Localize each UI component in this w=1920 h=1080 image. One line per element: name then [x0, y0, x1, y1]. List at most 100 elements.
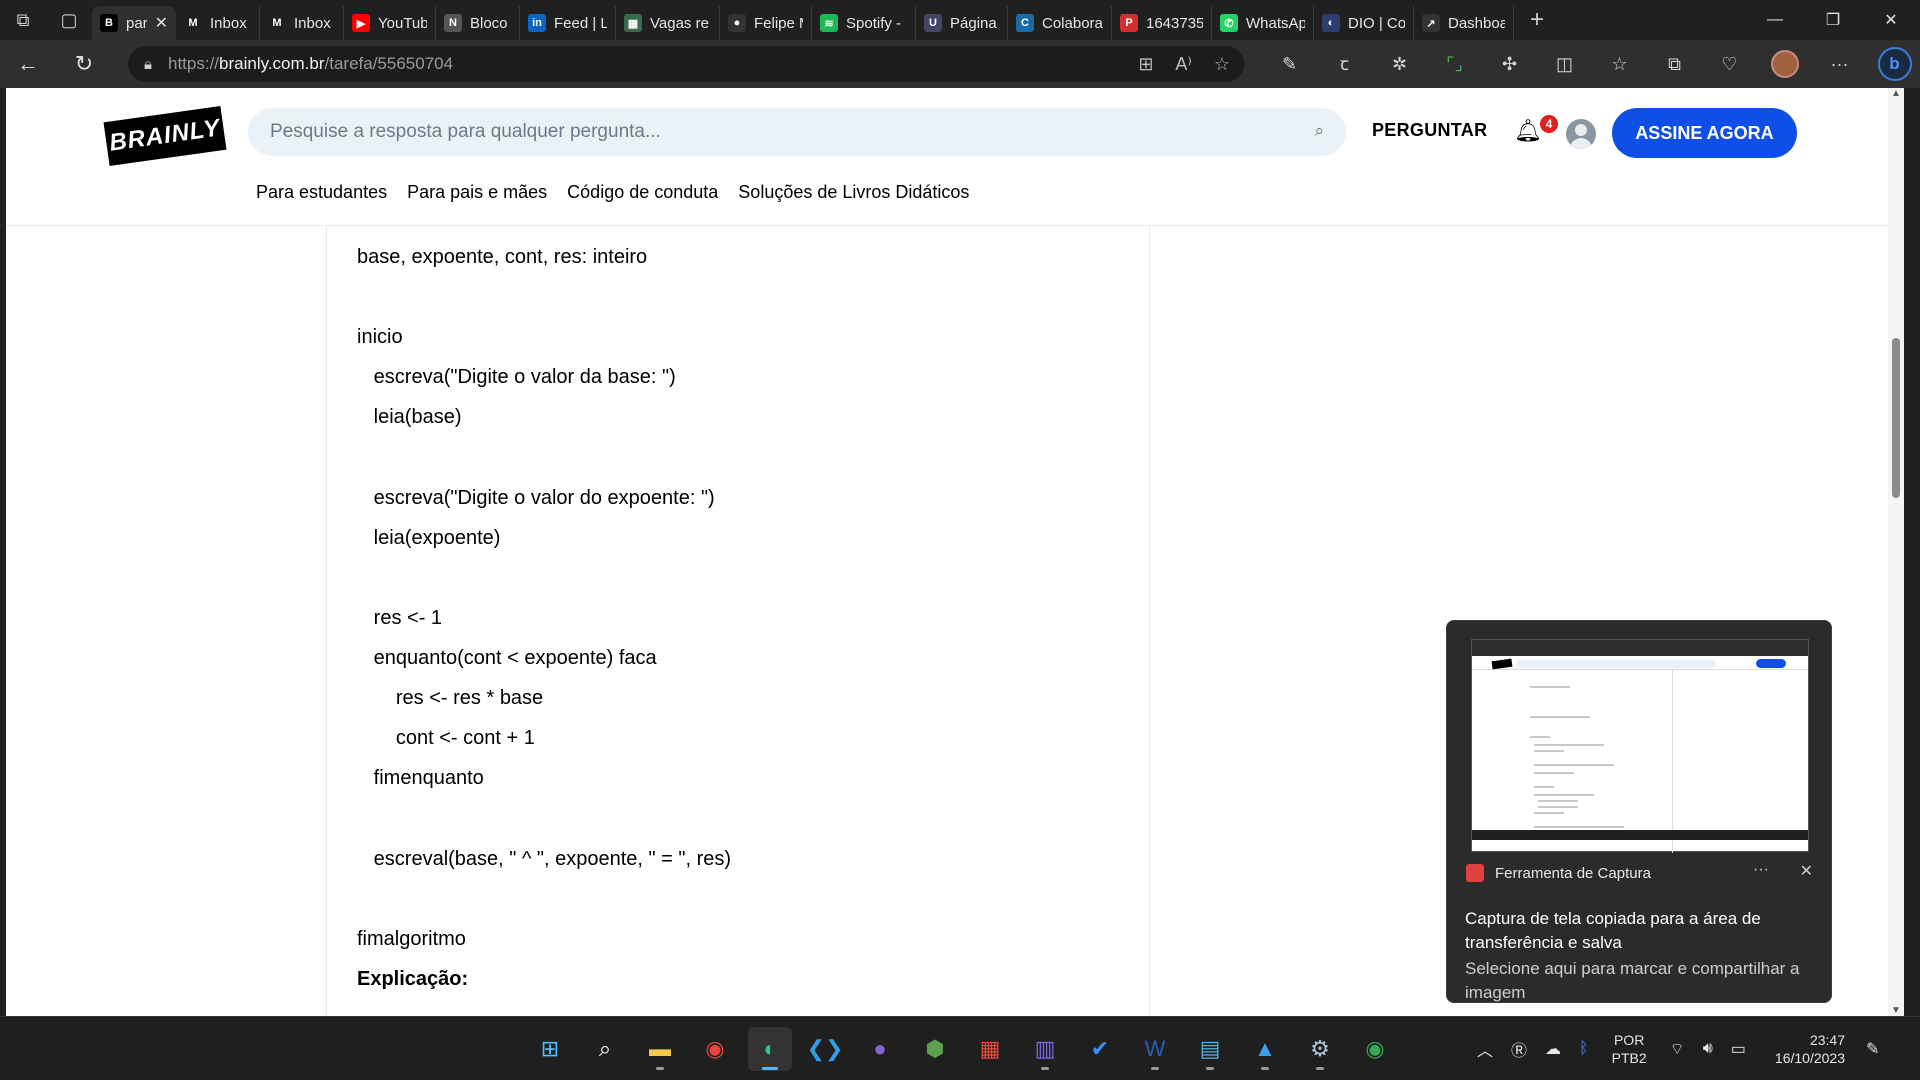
settings-menu-icon[interactable]: ···	[1812, 40, 1867, 88]
github-desktop-icon[interactable]: ●	[858, 1027, 902, 1071]
browser-tab[interactable]: ▦ Vagas re	[616, 6, 720, 40]
subnav-link[interactable]: Soluções de Livros Didáticos	[738, 182, 969, 203]
code-line: inicio	[357, 326, 403, 349]
screenshot-preview[interactable]	[1471, 639, 1809, 853]
user-avatar[interactable]	[1566, 119, 1596, 149]
browser-tab[interactable]: U Página Ir	[916, 6, 1008, 40]
close-tab-icon[interactable]: ✕	[155, 13, 168, 33]
taskbar-app-glyph: W	[1144, 1036, 1166, 1061]
tab-label: Colabora	[1042, 14, 1103, 32]
new-tab-button[interactable]: +	[1514, 0, 1560, 40]
extensions-icon[interactable]: ✣	[1482, 40, 1537, 88]
chrome-profile-icon[interactable]: ◉	[1353, 1027, 1397, 1071]
battery-icon[interactable]: ▭	[1731, 1039, 1746, 1059]
search-icon[interactable]: ⌕	[1314, 121, 1324, 141]
browser-essentials-icon[interactable]: ♡	[1702, 40, 1757, 88]
notification-bell-icon[interactable]: 🔔︎	[1514, 118, 1542, 144]
text-extension-icon[interactable]: ꞇ	[1317, 40, 1372, 88]
dashboard-icon: ↗	[1422, 14, 1440, 32]
browser-tab[interactable]: N Bloco de	[436, 6, 520, 40]
browser-tab[interactable]: M Inbox (4	[176, 6, 260, 40]
show-hidden-icons-chevron-icon[interactable]: ︿	[1477, 1037, 1493, 1061]
snipping-tool-notification[interactable]: Ferramenta de Captura ··· ✕ Captura de t…	[1446, 620, 1832, 1003]
edge-icon[interactable]: ◐	[748, 1027, 792, 1071]
office-icon[interactable]: ▦	[968, 1027, 1012, 1071]
udemy-icon: U	[924, 14, 942, 32]
notifications-icon[interactable]: ✎	[1866, 1039, 1879, 1059]
settings-icon[interactable]: ⚙	[1298, 1027, 1342, 1071]
vscode-icon[interactable]: ❮❯	[803, 1027, 847, 1071]
browser-tab[interactable]: ≋ Spotify -	[812, 6, 916, 40]
favorite-star-icon[interactable]: ☆	[1214, 54, 1230, 75]
notification-close-icon[interactable]: ✕	[1800, 861, 1813, 881]
read-aloud-icon[interactable]: A⁾	[1175, 54, 1191, 75]
onedrive-cloud-icon[interactable]: ☁	[1545, 1039, 1561, 1059]
word-icon[interactable]: W	[1133, 1027, 1177, 1071]
subnav-link[interactable]: Código de conduta	[567, 182, 718, 203]
tab-label: WhatsAp	[1246, 14, 1305, 32]
browser-tab[interactable]: ◐ DIO | Co	[1314, 6, 1414, 40]
browser-tab[interactable]: in Feed | Li	[520, 6, 616, 40]
volume-icon[interactable]: 🔊︎	[1703, 1040, 1713, 1058]
refresh-button[interactable]: ↻	[56, 40, 112, 88]
ask-question-button[interactable]: PERGUNTAR	[1372, 120, 1487, 141]
photos-icon[interactable]: ▲	[1243, 1027, 1287, 1071]
code-line: escreval(base, " ^ ", expoente, " = ", r…	[357, 847, 732, 870]
search-input[interactable]: Pesquise a resposta para qualquer pergun…	[248, 108, 1346, 156]
browser-tab[interactable]: ✆ WhatsAp	[1212, 6, 1314, 40]
code-line: fimalgoritmo	[357, 927, 466, 950]
notification-more-icon[interactable]: ···	[1753, 861, 1769, 879]
app-available-icon[interactable]: ⊞	[1138, 54, 1153, 75]
screenshot-extension-icon[interactable]: ⌜⌟	[1427, 40, 1482, 88]
system-clock[interactable]: 23:47 16/10/2023	[1775, 1031, 1845, 1067]
address-bar-icons: ⊞ A⁾ ☆	[1138, 46, 1230, 82]
restore-button[interactable]: ❐	[1804, 0, 1862, 40]
chrome-icon[interactable]: ◉	[693, 1027, 737, 1071]
color-picker-extension-icon[interactable]: ✎	[1262, 40, 1317, 88]
browser-tab[interactable]: ▶ YouTube	[344, 6, 436, 40]
subscribe-button[interactable]: ASSINE AGORA	[1612, 108, 1797, 158]
back-button[interactable]: ←	[0, 40, 56, 88]
nodejs-icon[interactable]: ⬢	[913, 1027, 957, 1071]
scrollbar-thumb[interactable]	[1892, 338, 1900, 498]
browser-tab[interactable]: ● Felipe M	[720, 6, 812, 40]
workspaces-icon[interactable]: ⧉	[0, 0, 46, 40]
notepad-icon[interactable]: ▤	[1188, 1027, 1232, 1071]
explanation-heading: Explicação:	[357, 967, 469, 990]
split-screen-icon[interactable]: ◫	[1537, 40, 1592, 88]
scroll-up-arrow-icon[interactable]: ▲	[1891, 88, 1901, 99]
winrar-icon[interactable]: ▥	[1023, 1027, 1067, 1071]
bluetooth-icon[interactable]: ᛒ	[1579, 1040, 1589, 1058]
subnav-link[interactable]: Para pais e mães	[407, 182, 547, 203]
scroll-down-arrow-icon[interactable]: ▼	[1891, 1005, 1901, 1016]
todo-icon[interactable]: ✔	[1078, 1027, 1122, 1071]
notion-icon: N	[444, 14, 462, 32]
subnav-link[interactable]: Para estudantes	[256, 182, 387, 203]
address-bar[interactable]: 🔒︎ https://brainly.com.br/tarefa/5565070…	[128, 46, 1244, 82]
code-line: leia(base)	[357, 406, 462, 429]
url-text: https://brainly.com.br/tarefa/55650704	[168, 54, 453, 74]
tab-actions-icon[interactable]: ▢	[46, 0, 92, 40]
profile-avatar[interactable]	[1757, 40, 1812, 88]
browser-tab[interactable]: ↗ Dashboa	[1414, 6, 1514, 40]
start-icon[interactable]: ⊞	[528, 1027, 572, 1071]
code-line: enquanto(cont < expoente) faca	[357, 647, 657, 669]
wifi-icon[interactable]: ⌔	[1670, 1039, 1685, 1059]
url-path: /tarefa/55650704	[324, 54, 454, 73]
bing-copilot-button[interactable]: b	[1867, 40, 1920, 88]
minimize-button[interactable]: —	[1746, 0, 1804, 40]
browser-tab[interactable]: Bpara ✕	[92, 6, 176, 40]
collections-icon[interactable]: ⧉	[1647, 40, 1702, 88]
input-language-indicator[interactable]: POR PTB2	[1612, 1031, 1647, 1067]
tray-app-icon[interactable]: Ⓡ	[1511, 1037, 1527, 1061]
file-explorer-icon[interactable]: ▬	[638, 1027, 682, 1071]
browser-tab[interactable]: C Colabora	[1008, 6, 1112, 40]
gear-extension-icon[interactable]: ✲	[1372, 40, 1427, 88]
browser-tab[interactable]: M Inbox (5	[260, 6, 344, 40]
brainly-logo[interactable]: BRAINLY	[103, 106, 227, 166]
page-scrollbar[interactable]: ▲ ▼	[1888, 88, 1904, 1016]
browser-tab[interactable]: P 1643735	[1112, 6, 1212, 40]
close-window-button[interactable]: ✕	[1862, 0, 1920, 40]
search-icon[interactable]: ⌕	[583, 1027, 627, 1071]
favorites-icon[interactable]: ☆	[1592, 40, 1647, 88]
